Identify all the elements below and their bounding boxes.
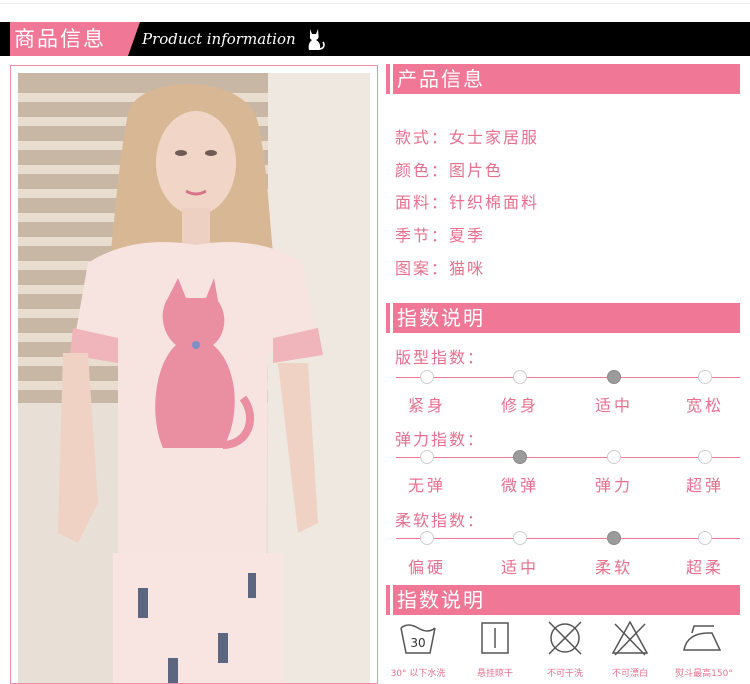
product-photo-frame (10, 65, 378, 684)
index-title: 指数说明 (393, 303, 740, 333)
care-label-dry-clean: 不可干洗 (546, 669, 583, 679)
care-label-bleach: 不可漂白 (611, 669, 648, 679)
scale-label-fit-2: 适中 (594, 396, 633, 415)
info-row-color: 颜色：图片色 (395, 161, 504, 180)
info-row-fabric: 面料：针织棉面料 (395, 193, 540, 212)
scale-dot-stretch-0 (420, 450, 434, 464)
cat-silhouette-icon (308, 29, 325, 50)
care-title: 指数说明 (393, 585, 740, 615)
header-notch (128, 22, 140, 56)
scale-label-stretch-2: 弹力 (594, 476, 633, 495)
product-photo (18, 73, 370, 683)
scale-label-fit-1: 修身 (500, 396, 539, 415)
scale-line-softness (396, 538, 740, 539)
scale-label-stretch-3: 超弹 (685, 476, 724, 495)
info-row-season: 季节：夏季 (395, 226, 486, 245)
scale-label-fit-0: 紧身 (407, 396, 446, 415)
scale-label-softness-1: 适中 (500, 558, 539, 577)
no-bleach-icon (611, 620, 649, 656)
no-dry-clean-icon (548, 621, 582, 655)
scale-dot-softness-0 (420, 531, 434, 545)
scale-dot-stretch-2 (607, 450, 621, 464)
section-title-en: Product information (142, 30, 296, 48)
wash-temp-text: 30 (410, 636, 425, 650)
scale-line-fit (396, 377, 740, 378)
scale-title-stretch: 弹力指数： (395, 430, 486, 449)
care-label-iron: 熨斗最高150° (675, 669, 733, 679)
scale-dot-fit-3 (698, 370, 712, 384)
section-title-cn: 商品信息 (10, 22, 128, 56)
scale-dot-stretch-3 (698, 450, 712, 464)
section-header: 商品信息 Product information (0, 22, 750, 56)
care-accent (386, 585, 390, 615)
scale-dot-fit-0 (420, 370, 434, 384)
care-label-wash: 30° 以下水洗 (390, 669, 446, 679)
product-info-accent (386, 64, 390, 94)
scale-dot-stretch-1 (513, 450, 527, 464)
product-info-title: 产品信息 (393, 64, 740, 94)
scale-line-stretch (396, 457, 740, 458)
index-accent (386, 303, 390, 333)
scale-label-softness-3: 超柔 (685, 558, 724, 577)
scale-label-stretch-0: 无弹 (407, 476, 446, 495)
scale-dot-softness-3 (698, 531, 712, 545)
wash-30-icon: 30 (400, 624, 436, 654)
scale-label-softness-0: 偏硬 (407, 558, 446, 577)
care-label-hang: 悬挂晾干 (476, 669, 513, 679)
scale-label-softness-2: 柔软 (594, 558, 633, 577)
scale-title-softness: 柔软指数： (395, 511, 486, 530)
scale-dot-fit-1 (513, 370, 527, 384)
scale-label-stretch-1: 微弹 (500, 476, 539, 495)
scale-label-fit-3: 宽松 (685, 396, 724, 415)
scale-title-fit: 版型指数： (395, 348, 486, 367)
info-row-pattern: 图案：猫咪 (395, 259, 486, 278)
scale-dot-softness-2 (607, 531, 621, 545)
scale-dot-fit-2 (607, 370, 621, 384)
info-row-style: 款式：女士家居服 (395, 128, 540, 147)
scale-dot-softness-1 (513, 531, 527, 545)
iron-150-icon (683, 625, 722, 651)
hang-dry-icon (481, 622, 509, 654)
top-divider (0, 3, 750, 4)
